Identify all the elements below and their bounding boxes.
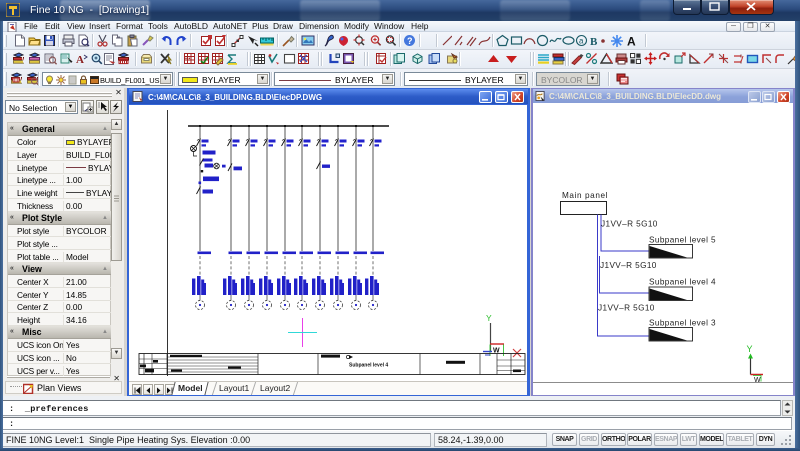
- svg-text:Subpanel level 3: Subpanel level 3: [649, 319, 716, 328]
- svg-text:Subpanel level 4: Subpanel level 4: [649, 278, 716, 287]
- svg-text:J1VV–R 5G10: J1VV–R 5G10: [600, 261, 657, 270]
- svg-text:Subpanel level 5: Subpanel level 5: [649, 236, 716, 245]
- svg-text:Subpanel level 4: Subpanel level 4: [349, 363, 388, 369]
- svg-text:B: B: [590, 36, 598, 47]
- svg-text:A: A: [76, 54, 84, 66]
- svg-text:Y: Y: [747, 344, 753, 354]
- svg-text:Main panel: Main panel: [562, 191, 608, 200]
- svg-text:J1VV–R 5G10: J1VV–R 5G10: [598, 304, 655, 313]
- svg-text:J1VV–R 5G10: J1VV–R 5G10: [601, 220, 658, 229]
- svg-text:a: a: [579, 37, 584, 46]
- svg-text:A: A: [627, 35, 636, 48]
- svg-text:Y: Y: [486, 313, 492, 323]
- svg-text:?: ?: [407, 36, 413, 46]
